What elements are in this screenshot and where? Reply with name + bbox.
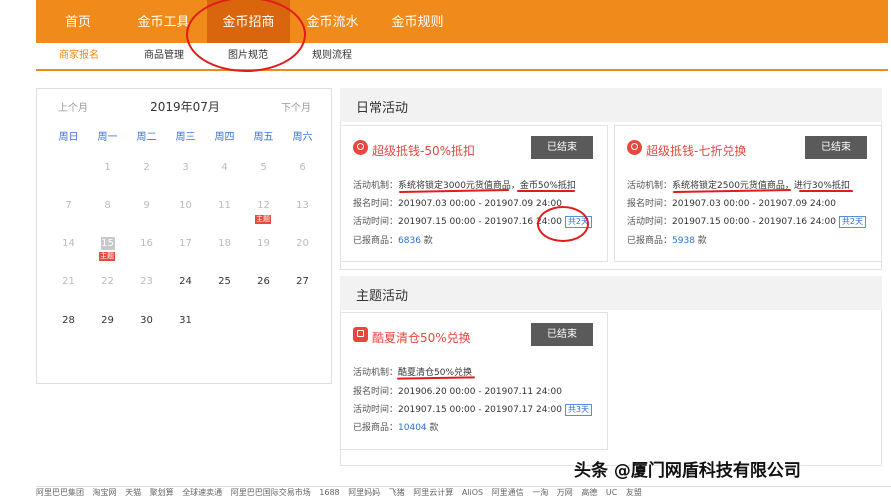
footer-link[interactable]: 飞猪: [389, 488, 405, 497]
subnav-product-manage[interactable]: 商品管理: [144, 43, 184, 69]
calendar-day[interactable]: 26: [244, 276, 283, 287]
calendar-day[interactable]: 13: [283, 200, 322, 211]
duration-tag: 共3天: [564, 404, 593, 416]
calendar-day[interactable]: 30: [127, 315, 166, 326]
annotation-circle-days: [537, 206, 589, 242]
footer-link[interactable]: 一淘: [532, 488, 548, 497]
footer-link[interactable]: 阿里妈妈: [348, 488, 380, 497]
annotation-underline: [517, 190, 575, 192]
top-nav: 首页 金币工具 金币招商 金币流水 金币规则: [36, 0, 888, 43]
calendar-day[interactable]: 3: [166, 162, 205, 173]
subnav-rules-process[interactable]: 规则流程: [312, 43, 352, 69]
sub-nav: 商家报名 商品管理 图片规范 规则流程: [36, 43, 888, 71]
signup-time-line: 报名时间：201906.20 00:00 - 201907.11 24:00: [353, 387, 562, 397]
ended-button[interactable]: 已结束: [805, 136, 867, 159]
calendar-day[interactable]: 18: [205, 238, 244, 249]
weekday-tue: 周二: [136, 132, 157, 143]
weekday-thu: 周四: [214, 132, 235, 143]
footer-links: 阿里巴巴集团 淘宝网 天猫 聚划算 全球速卖通 阿里巴巴国际交易市场 1688 …: [36, 486, 891, 501]
calendar-day[interactable]: 16: [127, 238, 166, 249]
footer-link[interactable]: UC: [606, 488, 617, 497]
signed-count-line: 已报商品：6836 款: [353, 236, 433, 246]
calendar-day[interactable]: 20: [283, 238, 322, 249]
annotation-underline: [799, 190, 853, 192]
calendar-day[interactable]: 1: [88, 162, 127, 173]
shopping-bag-icon: [353, 327, 368, 342]
calendar-day[interactable]: 25: [205, 276, 244, 287]
footer-link[interactable]: 高德: [581, 488, 597, 497]
calendar-day[interactable]: 27: [283, 276, 322, 287]
weekday-sat: 周六: [292, 132, 313, 143]
footer-link[interactable]: 万网: [557, 488, 573, 497]
section-title: 日常活动: [356, 101, 409, 116]
calendar-day[interactable]: 28: [49, 315, 88, 326]
calendar-day[interactable]: 9: [127, 200, 166, 211]
calendar-day[interactable]: 8: [88, 200, 127, 211]
footer-link[interactable]: AliOS: [462, 488, 483, 497]
calendar-day[interactable]: 21: [49, 276, 88, 287]
person-icon: [353, 140, 368, 155]
nav-home[interactable]: 首页: [36, 0, 120, 43]
activity-time-line: 活动时间：201907.15 00:00 - 201907.16 24:00 共2…: [627, 214, 867, 228]
person-icon: [627, 140, 642, 155]
calendar-day[interactable]: 5: [244, 162, 283, 173]
subnav-merchant-signup[interactable]: 商家报名: [59, 43, 99, 69]
calendar-day[interactable]: 4: [205, 162, 244, 173]
activity-title[interactable]: 超级抵钱-50%抵扣: [372, 142, 475, 159]
duration-tag: 共2天: [838, 216, 867, 228]
weekday-fri: 周五: [253, 132, 274, 143]
ended-button[interactable]: 已结束: [531, 323, 593, 346]
theme-badge: 主题: [255, 215, 271, 224]
calendar-day[interactable]: 29: [88, 315, 127, 326]
footer-link[interactable]: 阿里云计算: [413, 488, 453, 497]
calendar-day[interactable]: 7: [49, 200, 88, 211]
activity-card: 超级抵钱-七折兑换 已结束 活动机制：系统将锁定2500元货值商品，进行30%抵…: [614, 125, 882, 262]
footer-link[interactable]: 全球速卖通: [182, 488, 222, 497]
activity-title[interactable]: 超级抵钱-七折兑换: [646, 142, 746, 159]
footer-link[interactable]: 聚划算: [150, 488, 174, 497]
footer-link[interactable]: 1688: [319, 488, 339, 497]
calendar-day[interactable]: 17: [166, 238, 205, 249]
calendar: 上个月 2019年07月 下个月 周日 周一 周二 周三 周四 周五 周六 1 …: [36, 88, 332, 384]
theme-badge: 主题: [99, 252, 115, 261]
calendar-day[interactable]: 24: [166, 276, 205, 287]
annotation-circle-nav: [186, 0, 306, 72]
section-title: 主题活动: [356, 289, 409, 304]
activity-card: 酷夏清仓50%兑换 已结束 活动机制：酷夏清仓50%兑换 报名时间：201906…: [340, 312, 608, 450]
theme-activities-header: 主题活动: [340, 276, 882, 310]
ended-button[interactable]: 已结束: [531, 136, 593, 159]
calendar-day[interactable]: 12: [244, 200, 283, 211]
calendar-day[interactable]: 10: [166, 200, 205, 211]
footer-link[interactable]: 友盟: [626, 488, 642, 497]
daily-activities-header: 日常活动: [340, 88, 882, 122]
activity-title[interactable]: 酷夏清仓50%兑换: [372, 329, 471, 346]
calendar-day[interactable]: 23: [127, 276, 166, 287]
annotation-underline: [396, 376, 476, 380]
footer-link[interactable]: 淘宝网: [93, 488, 117, 497]
calendar-day[interactable]: 14: [49, 238, 88, 249]
watermark-text: 头条 @厦门网盾科技有限公司: [574, 461, 801, 481]
activity-time-line: 活动时间：201907.15 00:00 - 201907.17 24:00 共3…: [353, 402, 593, 416]
signup-time-line: 报名时间：201907.03 00:00 - 201907.09 24:00: [627, 199, 836, 209]
calendar-day-today[interactable]: 15: [88, 238, 127, 249]
calendar-day[interactable]: 31: [166, 315, 205, 326]
calendar-day[interactable]: 2: [127, 162, 166, 173]
footer-link[interactable]: 阿里巴巴集团: [36, 488, 84, 497]
footer-link[interactable]: 阿里通信: [492, 488, 524, 497]
signup-time-line: 报名时间：201907.03 00:00 - 201907.09 24:00: [353, 199, 562, 209]
calendar-day[interactable]: 11: [205, 200, 244, 211]
calendar-day[interactable]: 6: [283, 162, 322, 173]
footer-link[interactable]: 天猫: [125, 488, 141, 497]
signed-count-line: 已报商品：5938 款: [627, 236, 707, 246]
weekday-wed: 周三: [175, 132, 196, 143]
weekday-mon: 周一: [97, 132, 118, 143]
calendar-day[interactable]: 19: [244, 238, 283, 249]
next-month-button[interactable]: 下个月: [281, 99, 311, 114]
signed-count-line: 已报商品：10404 款: [353, 423, 439, 433]
nav-coin-rules[interactable]: 金币规则: [375, 0, 460, 43]
weekday-sun: 周日: [58, 132, 79, 143]
activity-card: 超级抵钱-50%抵扣 已结束 活动机制：系统将锁定3000元货值商品，金币50%…: [340, 125, 608, 262]
footer-link[interactable]: 阿里巴巴国际交易市场: [231, 488, 311, 497]
calendar-day[interactable]: 22: [88, 276, 127, 287]
